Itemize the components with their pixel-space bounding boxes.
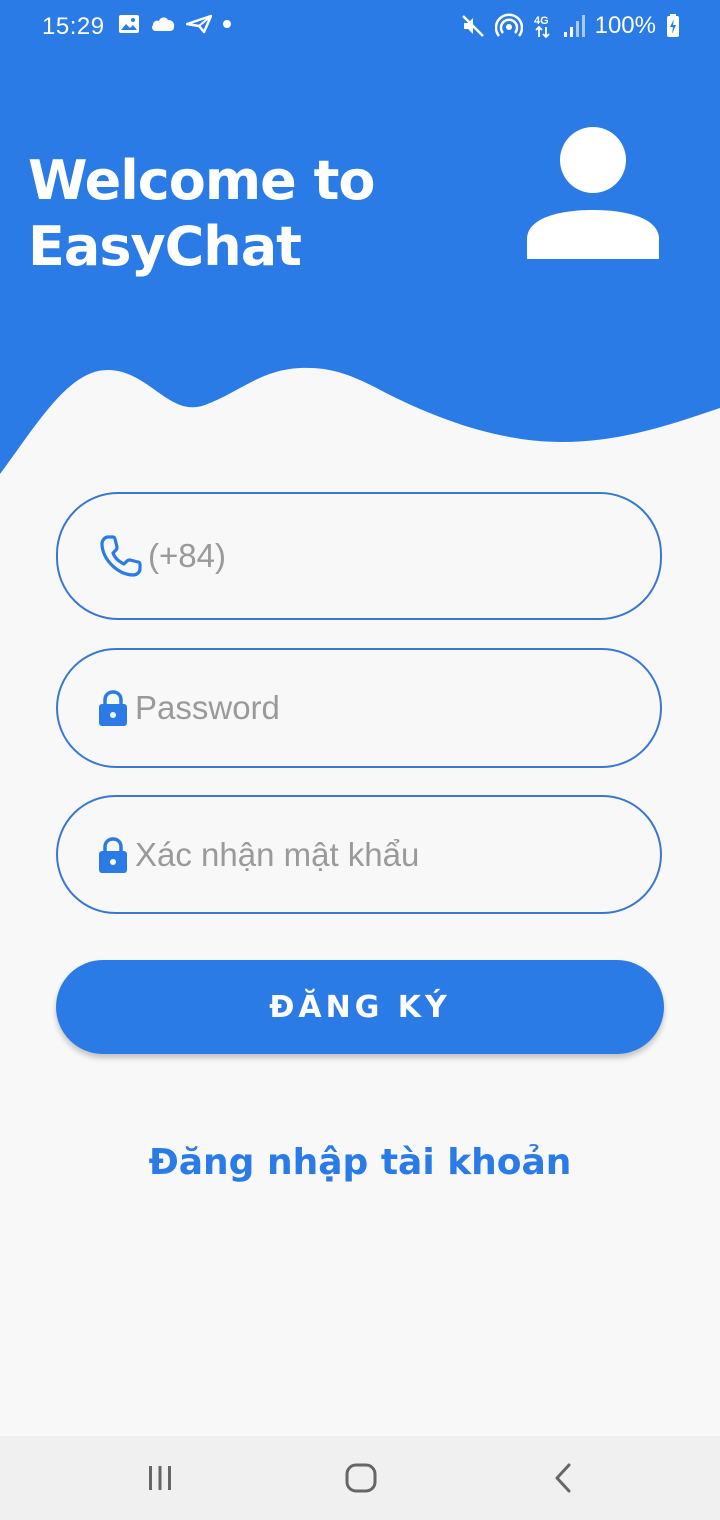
send-icon <box>186 14 212 34</box>
battery-charging-icon <box>667 14 679 37</box>
register-button[interactable]: ĐĂNG KÝ <box>56 960 664 1054</box>
svg-text:4G: 4G <box>534 15 549 27</box>
home-button[interactable] <box>331 1452 391 1504</box>
recent-apps-icon <box>149 1466 171 1490</box>
phone-icon <box>100 535 142 577</box>
system-navigation-bar <box>0 1436 720 1520</box>
password-field[interactable]: Password <box>56 648 662 768</box>
user-avatar-icon <box>527 127 659 259</box>
status-notification-icons <box>118 14 232 34</box>
hotspot-icon <box>494 13 523 37</box>
register-screen: 15:29 4G 100% Welcome to EasyChat (+84) … <box>0 0 720 1520</box>
status-system-icons: 4G 100% <box>461 12 680 40</box>
recent-apps-button[interactable] <box>130 1452 190 1504</box>
dot-icon <box>223 20 231 28</box>
back-button[interactable] <box>533 1452 593 1504</box>
mute-icon <box>461 15 484 37</box>
battery-percentage: 100% <box>594 12 656 39</box>
welcome-title-line1: Welcome to <box>28 149 375 212</box>
phone-field[interactable]: (+84) <box>56 492 662 620</box>
home-icon <box>345 1463 377 1493</box>
status-bar: 15:29 4G 100% <box>0 0 720 56</box>
lock-icon <box>99 690 127 726</box>
login-account-link[interactable]: Đăng nhập tài khoản <box>0 1142 720 1183</box>
gallery-icon <box>119 15 139 33</box>
back-icon <box>555 1463 571 1493</box>
network-4g-icon: 4G <box>534 15 550 39</box>
password-input-placeholder: Password <box>135 689 280 726</box>
welcome-title-line2: EasyChat <box>28 215 302 278</box>
cloud-icon <box>152 17 175 31</box>
confirm-password-field[interactable]: Xác nhận mật khẩu <box>56 795 662 914</box>
phone-input-placeholder: (+84) <box>148 537 226 574</box>
signal-icon <box>563 15 585 37</box>
confirm-password-input-placeholder: Xác nhận mật khẩu <box>135 835 420 873</box>
status-time: 15:29 <box>42 13 105 40</box>
welcome-title: Welcome to EasyChat <box>28 148 448 280</box>
lock-icon <box>99 836 127 873</box>
